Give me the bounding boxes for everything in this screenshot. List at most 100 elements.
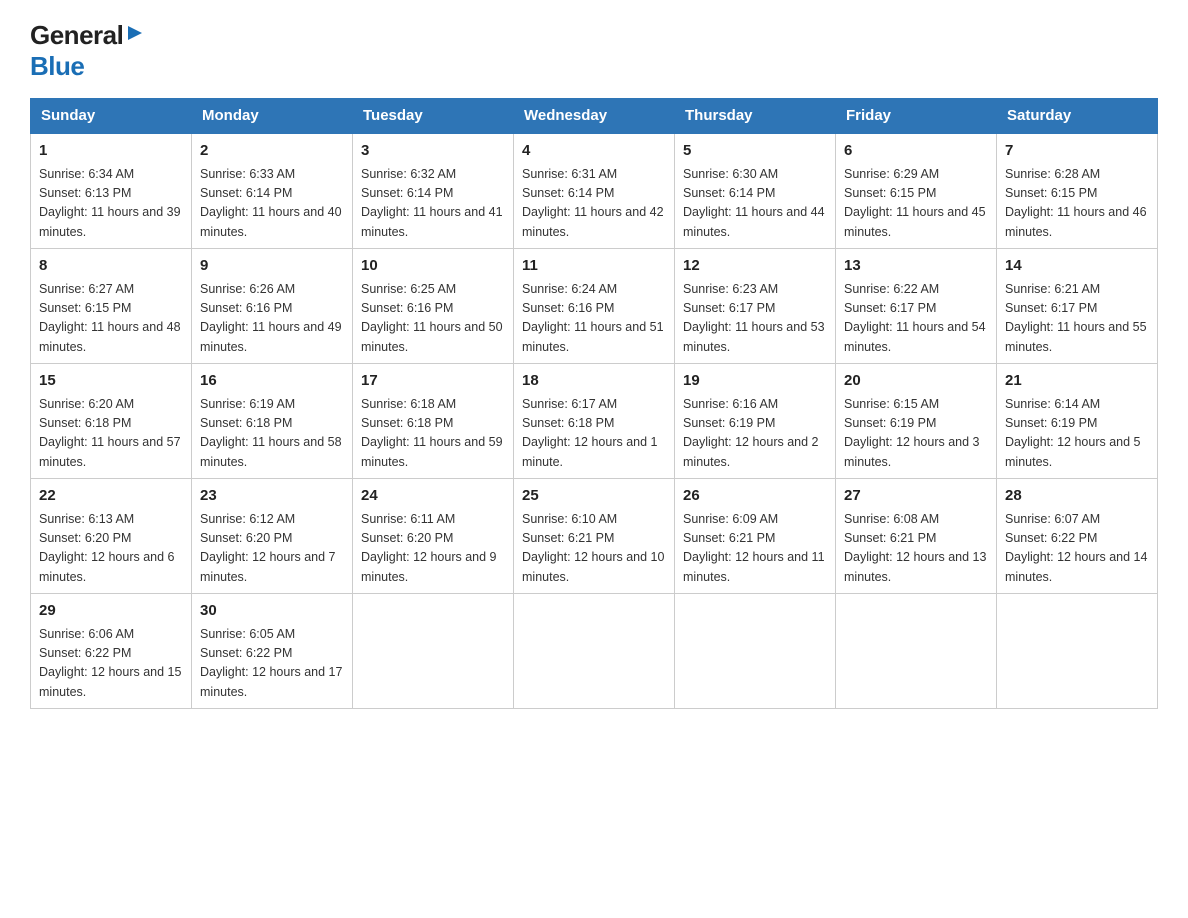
- day-number: 15: [39, 370, 183, 393]
- day-number: 1: [39, 140, 183, 163]
- day-info: Sunrise: 6:10 AM Sunset: 6:21 PM Dayligh…: [522, 510, 666, 588]
- day-number: 24: [361, 485, 505, 508]
- logo: General Blue: [30, 20, 148, 82]
- calendar-day-cell: 28 Sunrise: 6:07 AM Sunset: 6:22 PM Dayl…: [997, 479, 1158, 594]
- day-number: 13: [844, 255, 988, 278]
- calendar-day-cell: 12 Sunrise: 6:23 AM Sunset: 6:17 PM Dayl…: [675, 249, 836, 364]
- calendar-day-cell: 20 Sunrise: 6:15 AM Sunset: 6:19 PM Dayl…: [836, 364, 997, 479]
- calendar-day-cell: 6 Sunrise: 6:29 AM Sunset: 6:15 PM Dayli…: [836, 133, 997, 249]
- calendar-day-cell: 24 Sunrise: 6:11 AM Sunset: 6:20 PM Dayl…: [353, 479, 514, 594]
- day-info: Sunrise: 6:06 AM Sunset: 6:22 PM Dayligh…: [39, 625, 183, 703]
- day-number: 3: [361, 140, 505, 163]
- day-number: 17: [361, 370, 505, 393]
- day-number: 20: [844, 370, 988, 393]
- weekday-header-tuesday: Tuesday: [353, 99, 514, 134]
- day-info: Sunrise: 6:12 AM Sunset: 6:20 PM Dayligh…: [200, 510, 344, 588]
- calendar-day-cell: 4 Sunrise: 6:31 AM Sunset: 6:14 PM Dayli…: [514, 133, 675, 249]
- weekday-header-sunday: Sunday: [31, 99, 192, 134]
- calendar-day-cell: 29 Sunrise: 6:06 AM Sunset: 6:22 PM Dayl…: [31, 594, 192, 709]
- logo-arrow-icon: [124, 22, 146, 49]
- day-info: Sunrise: 6:16 AM Sunset: 6:19 PM Dayligh…: [683, 395, 827, 473]
- calendar-day-cell: 15 Sunrise: 6:20 AM Sunset: 6:18 PM Dayl…: [31, 364, 192, 479]
- day-number: 30: [200, 600, 344, 623]
- day-number: 22: [39, 485, 183, 508]
- day-number: 12: [683, 255, 827, 278]
- calendar-day-cell: 21 Sunrise: 6:14 AM Sunset: 6:19 PM Dayl…: [997, 364, 1158, 479]
- weekday-header-saturday: Saturday: [997, 99, 1158, 134]
- day-number: 14: [1005, 255, 1149, 278]
- day-number: 9: [200, 255, 344, 278]
- day-number: 28: [1005, 485, 1149, 508]
- day-info: Sunrise: 6:09 AM Sunset: 6:21 PM Dayligh…: [683, 510, 827, 588]
- day-info: Sunrise: 6:07 AM Sunset: 6:22 PM Dayligh…: [1005, 510, 1149, 588]
- day-info: Sunrise: 6:30 AM Sunset: 6:14 PM Dayligh…: [683, 165, 827, 243]
- day-info: Sunrise: 6:21 AM Sunset: 6:17 PM Dayligh…: [1005, 280, 1149, 358]
- calendar-day-cell: 22 Sunrise: 6:13 AM Sunset: 6:20 PM Dayl…: [31, 479, 192, 594]
- day-number: 2: [200, 140, 344, 163]
- day-info: Sunrise: 6:33 AM Sunset: 6:14 PM Dayligh…: [200, 165, 344, 243]
- day-number: 6: [844, 140, 988, 163]
- day-info: Sunrise: 6:25 AM Sunset: 6:16 PM Dayligh…: [361, 280, 505, 358]
- weekday-header-wednesday: Wednesday: [514, 99, 675, 134]
- day-number: 25: [522, 485, 666, 508]
- day-number: 16: [200, 370, 344, 393]
- day-number: 29: [39, 600, 183, 623]
- calendar-week-row: 29 Sunrise: 6:06 AM Sunset: 6:22 PM Dayl…: [31, 594, 1158, 709]
- calendar-day-cell: 19 Sunrise: 6:16 AM Sunset: 6:19 PM Dayl…: [675, 364, 836, 479]
- day-info: Sunrise: 6:32 AM Sunset: 6:14 PM Dayligh…: [361, 165, 505, 243]
- empty-day-cell: [353, 594, 514, 709]
- day-number: 4: [522, 140, 666, 163]
- page-header: General Blue: [30, 20, 1158, 82]
- calendar-day-cell: 27 Sunrise: 6:08 AM Sunset: 6:21 PM Dayl…: [836, 479, 997, 594]
- day-number: 21: [1005, 370, 1149, 393]
- calendar-day-cell: 16 Sunrise: 6:19 AM Sunset: 6:18 PM Dayl…: [192, 364, 353, 479]
- calendar-day-cell: 1 Sunrise: 6:34 AM Sunset: 6:13 PM Dayli…: [31, 133, 192, 249]
- day-info: Sunrise: 6:05 AM Sunset: 6:22 PM Dayligh…: [200, 625, 344, 703]
- empty-day-cell: [997, 594, 1158, 709]
- calendar-week-row: 8 Sunrise: 6:27 AM Sunset: 6:15 PM Dayli…: [31, 249, 1158, 364]
- day-info: Sunrise: 6:08 AM Sunset: 6:21 PM Dayligh…: [844, 510, 988, 588]
- day-number: 23: [200, 485, 344, 508]
- calendar-week-row: 1 Sunrise: 6:34 AM Sunset: 6:13 PM Dayli…: [31, 133, 1158, 249]
- empty-day-cell: [675, 594, 836, 709]
- day-info: Sunrise: 6:31 AM Sunset: 6:14 PM Dayligh…: [522, 165, 666, 243]
- calendar-week-row: 15 Sunrise: 6:20 AM Sunset: 6:18 PM Dayl…: [31, 364, 1158, 479]
- day-info: Sunrise: 6:29 AM Sunset: 6:15 PM Dayligh…: [844, 165, 988, 243]
- calendar-day-cell: 23 Sunrise: 6:12 AM Sunset: 6:20 PM Dayl…: [192, 479, 353, 594]
- day-number: 10: [361, 255, 505, 278]
- weekday-header-thursday: Thursday: [675, 99, 836, 134]
- weekday-header-row: SundayMondayTuesdayWednesdayThursdayFrid…: [31, 99, 1158, 134]
- calendar-day-cell: 10 Sunrise: 6:25 AM Sunset: 6:16 PM Dayl…: [353, 249, 514, 364]
- calendar-day-cell: 3 Sunrise: 6:32 AM Sunset: 6:14 PM Dayli…: [353, 133, 514, 249]
- calendar-day-cell: 5 Sunrise: 6:30 AM Sunset: 6:14 PM Dayli…: [675, 133, 836, 249]
- day-info: Sunrise: 6:34 AM Sunset: 6:13 PM Dayligh…: [39, 165, 183, 243]
- calendar-day-cell: 30 Sunrise: 6:05 AM Sunset: 6:22 PM Dayl…: [192, 594, 353, 709]
- day-info: Sunrise: 6:15 AM Sunset: 6:19 PM Dayligh…: [844, 395, 988, 473]
- day-info: Sunrise: 6:22 AM Sunset: 6:17 PM Dayligh…: [844, 280, 988, 358]
- day-info: Sunrise: 6:19 AM Sunset: 6:18 PM Dayligh…: [200, 395, 344, 473]
- day-number: 19: [683, 370, 827, 393]
- day-info: Sunrise: 6:23 AM Sunset: 6:17 PM Dayligh…: [683, 280, 827, 358]
- calendar-day-cell: 14 Sunrise: 6:21 AM Sunset: 6:17 PM Dayl…: [997, 249, 1158, 364]
- empty-day-cell: [836, 594, 997, 709]
- day-info: Sunrise: 6:11 AM Sunset: 6:20 PM Dayligh…: [361, 510, 505, 588]
- day-info: Sunrise: 6:13 AM Sunset: 6:20 PM Dayligh…: [39, 510, 183, 588]
- day-info: Sunrise: 6:18 AM Sunset: 6:18 PM Dayligh…: [361, 395, 505, 473]
- logo-blue-text: Blue: [30, 51, 84, 81]
- calendar-day-cell: 11 Sunrise: 6:24 AM Sunset: 6:16 PM Dayl…: [514, 249, 675, 364]
- day-info: Sunrise: 6:24 AM Sunset: 6:16 PM Dayligh…: [522, 280, 666, 358]
- calendar-day-cell: 8 Sunrise: 6:27 AM Sunset: 6:15 PM Dayli…: [31, 249, 192, 364]
- logo-general-text: General: [30, 20, 123, 51]
- day-info: Sunrise: 6:14 AM Sunset: 6:19 PM Dayligh…: [1005, 395, 1149, 473]
- calendar-day-cell: 9 Sunrise: 6:26 AM Sunset: 6:16 PM Dayli…: [192, 249, 353, 364]
- calendar-day-cell: 26 Sunrise: 6:09 AM Sunset: 6:21 PM Dayl…: [675, 479, 836, 594]
- calendar-day-cell: 2 Sunrise: 6:33 AM Sunset: 6:14 PM Dayli…: [192, 133, 353, 249]
- calendar-day-cell: 13 Sunrise: 6:22 AM Sunset: 6:17 PM Dayl…: [836, 249, 997, 364]
- day-info: Sunrise: 6:20 AM Sunset: 6:18 PM Dayligh…: [39, 395, 183, 473]
- day-info: Sunrise: 6:28 AM Sunset: 6:15 PM Dayligh…: [1005, 165, 1149, 243]
- day-number: 26: [683, 485, 827, 508]
- day-number: 8: [39, 255, 183, 278]
- calendar-table: SundayMondayTuesdayWednesdayThursdayFrid…: [30, 98, 1158, 709]
- day-info: Sunrise: 6:17 AM Sunset: 6:18 PM Dayligh…: [522, 395, 666, 473]
- day-number: 11: [522, 255, 666, 278]
